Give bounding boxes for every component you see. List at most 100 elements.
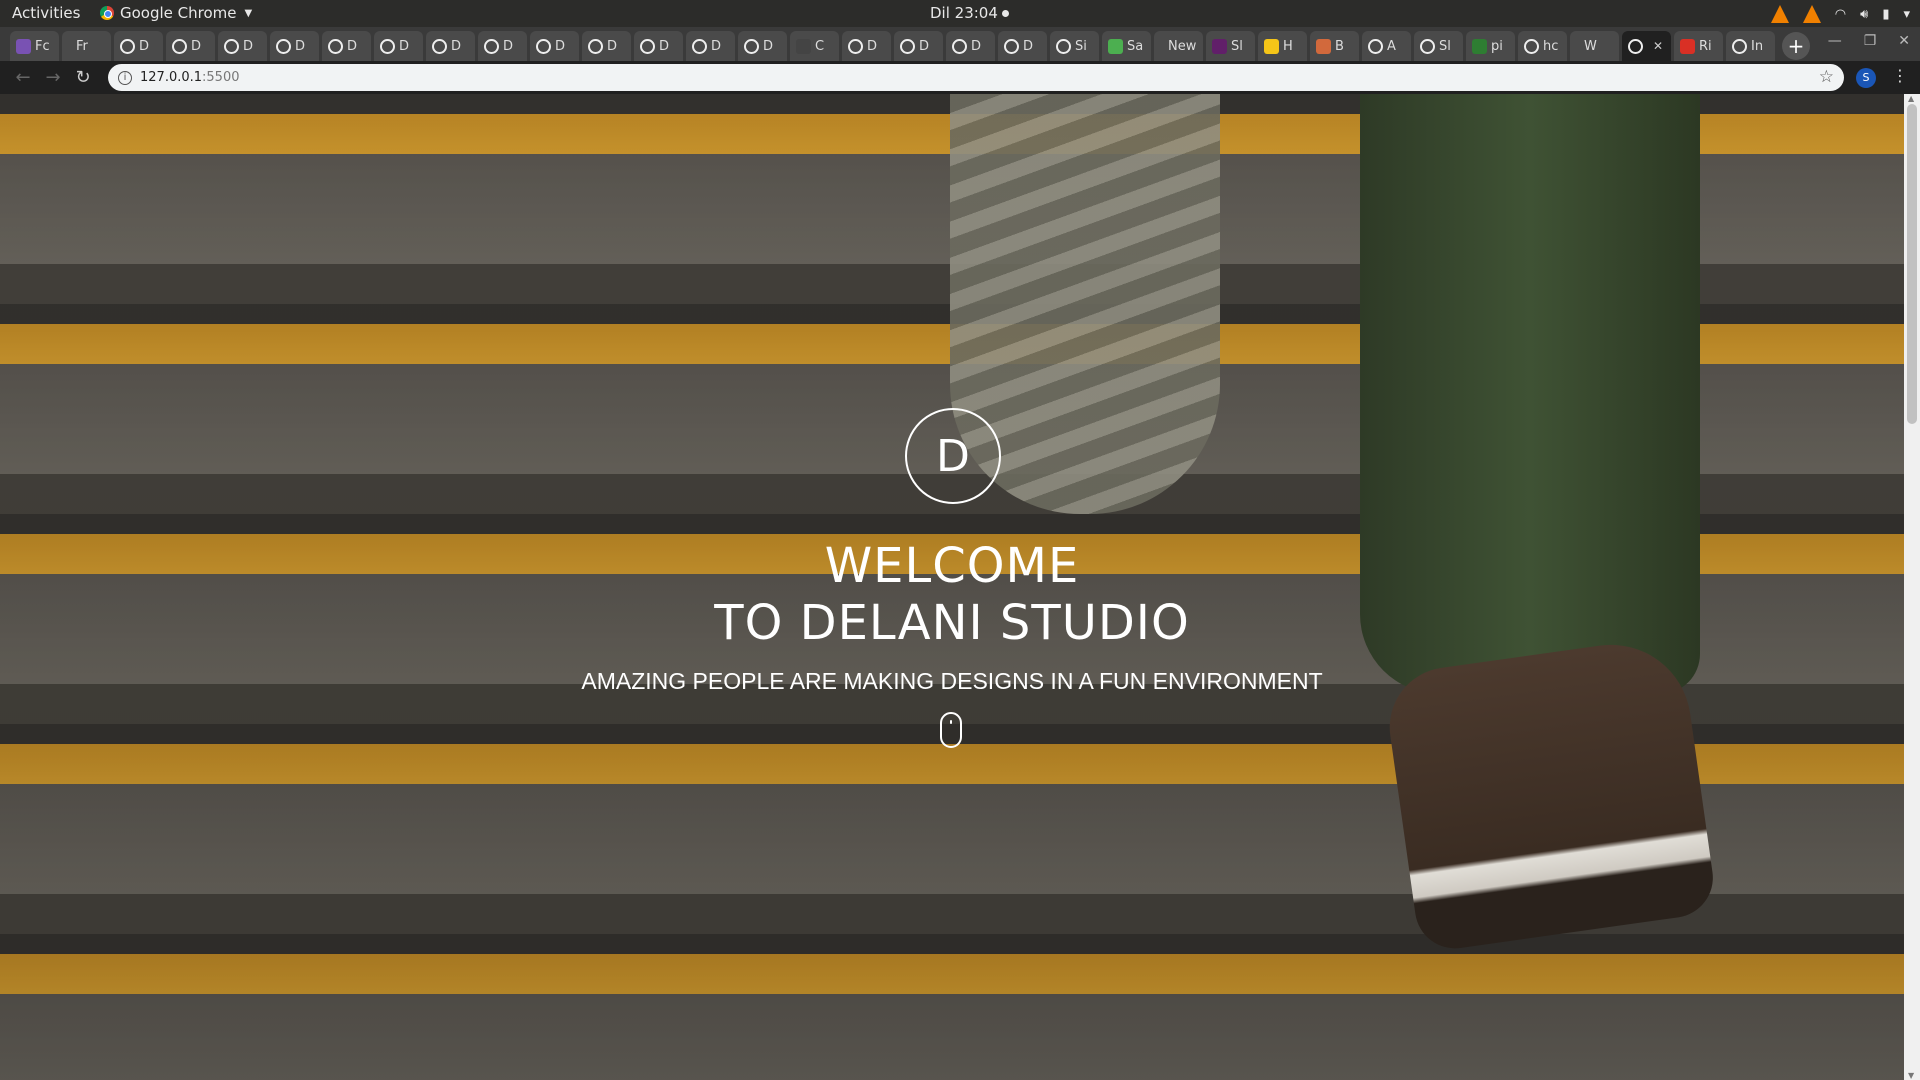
address-bar[interactable]: i 127.0.0.1:5500 ☆ (108, 64, 1844, 91)
browser-tab[interactable]: ✕ (1622, 31, 1671, 61)
browser-tab[interactable]: D (946, 31, 995, 61)
dt-icon (796, 38, 811, 54)
blank-icon (1576, 39, 1580, 54)
github-icon (744, 38, 759, 54)
browser-tab[interactable]: Fr (62, 31, 111, 61)
browser-tab[interactable]: Ri (1674, 31, 1723, 61)
github-icon (1420, 38, 1435, 54)
scroll-up-icon[interactable]: ▲ (1908, 94, 1914, 103)
app-menu[interactable]: Google Chrome ▼ (100, 4, 252, 22)
browser-tab[interactable]: W (1570, 31, 1619, 61)
tab-label: A (1387, 38, 1396, 54)
new-tab-button[interactable]: + (1782, 32, 1810, 60)
github-icon (224, 38, 239, 54)
tab-label: pi (1491, 38, 1503, 54)
browser-tab[interactable]: B (1310, 31, 1359, 61)
browser-tab[interactable]: H (1258, 31, 1307, 61)
url-host: 127.0.0.1 (140, 70, 203, 85)
reload-icon[interactable]: ↻ (68, 67, 98, 88)
globe-icon (120, 38, 135, 54)
github-icon (328, 38, 343, 54)
globe-icon (1628, 38, 1643, 54)
globe-icon (588, 38, 603, 54)
browser-tab[interactable]: D (426, 31, 475, 61)
scroll-mouse-icon[interactable] (940, 712, 962, 748)
vlc-icon[interactable] (1802, 5, 1821, 23)
page-viewport: D WELCOME TO DELANI STUDIO AMAZING PEOPL… (0, 94, 1904, 1080)
browser-tab[interactable]: D (166, 31, 215, 61)
scrollbar-thumb[interactable] (1907, 104, 1917, 424)
chrome-icon (100, 6, 114, 20)
browser-tab[interactable]: D (738, 31, 787, 61)
studio-logo[interactable]: D (905, 408, 1001, 504)
hero-title-line2: TO DELANI STUDIO (714, 595, 1190, 651)
forward-icon[interactable]: → (38, 67, 68, 88)
browser-tab[interactable]: D (530, 31, 579, 61)
browser-tab[interactable]: Fc (10, 31, 59, 61)
browser-tab[interactable]: D (686, 31, 735, 61)
tab-label: Sl (1231, 38, 1243, 54)
github-icon (432, 38, 447, 54)
browser-tab[interactable]: In (1726, 31, 1775, 61)
scroll-down-icon[interactable]: ▼ (1908, 1071, 1914, 1080)
browser-tab[interactable]: D (322, 31, 371, 61)
github-icon (536, 38, 551, 54)
browser-tab[interactable]: D (998, 31, 1047, 61)
tab-label: D (919, 38, 930, 54)
browser-tab[interactable]: C (790, 31, 839, 61)
profile-avatar[interactable]: S (1856, 68, 1876, 88)
info-icon[interactable]: i (118, 70, 132, 85)
github-icon (484, 38, 499, 54)
github-icon (952, 38, 967, 54)
clock[interactable]: Dil 23:04 (930, 4, 1009, 22)
browser-tab[interactable]: New (1154, 31, 1203, 61)
bootstrap-icon (16, 38, 31, 54)
bookmark-star-icon[interactable]: ☆ (1819, 67, 1834, 87)
volume-icon[interactable]: 🔊︎ (1860, 7, 1868, 22)
caret-down-icon[interactable]: ▾ (1903, 7, 1910, 22)
caret-down-icon: ▼ (244, 7, 253, 19)
page-scrollbar[interactable]: ▲ ▼ (1904, 94, 1920, 1080)
menu-kebab-icon[interactable]: ⋮ (1892, 66, 1908, 85)
browser-tab[interactable]: Si (1050, 31, 1099, 61)
browser-tab[interactable]: Sl (1206, 31, 1255, 61)
vlc-icon[interactable] (1770, 5, 1789, 23)
battery-icon[interactable]: ▮ (1882, 7, 1889, 22)
browser-tab[interactable]: pi (1466, 31, 1515, 61)
browser-tab[interactable]: A (1362, 31, 1411, 61)
browser-tab[interactable]: D (218, 31, 267, 61)
browser-tab[interactable]: D (270, 31, 319, 61)
close-tab-icon[interactable]: ✕ (1653, 39, 1663, 53)
github-icon (172, 38, 187, 54)
restore-icon[interactable]: ❐ (1864, 33, 1877, 49)
hero-section: D WELCOME TO DELANI STUDIO AMAZING PEOPL… (0, 94, 1904, 1080)
tab-label: D (971, 38, 982, 54)
browser-tab[interactable]: Sl (1414, 31, 1463, 61)
github-icon (276, 38, 291, 54)
browser-tab[interactable]: D (634, 31, 683, 61)
wifi-icon[interactable]: ◠ (1835, 7, 1846, 22)
browser-tab[interactable]: D (114, 31, 163, 61)
browser-tab[interactable]: D (478, 31, 527, 61)
yellow-badge-icon (1264, 38, 1279, 54)
browser-tab[interactable]: Sa (1102, 31, 1151, 61)
close-window-icon[interactable]: ✕ (1898, 33, 1910, 49)
browser-tab[interactable]: D (894, 31, 943, 61)
tab-label: D (867, 38, 878, 54)
browser-tab[interactable]: D (374, 31, 423, 61)
activities-button[interactable]: Activities (12, 4, 80, 22)
tab-label: hc (1543, 38, 1559, 54)
spinner-icon (1056, 38, 1071, 54)
hero-title-line1: WELCOME (824, 538, 1080, 594)
back-icon[interactable]: ← (8, 67, 38, 88)
minimize-icon[interactable]: — (1828, 33, 1842, 49)
github-icon (640, 38, 655, 54)
system-tray[interactable]: ◠ 🔊︎ ▮ ▾ (1770, 2, 1910, 26)
app-name: Google Chrome (120, 4, 237, 22)
tab-label: B (1335, 38, 1344, 54)
browser-tab[interactable]: hc (1518, 31, 1567, 61)
tab-label: D (607, 38, 618, 54)
tab-label: Sa (1127, 38, 1144, 54)
browser-tab[interactable]: D (582, 31, 631, 61)
browser-tab[interactable]: D (842, 31, 891, 61)
